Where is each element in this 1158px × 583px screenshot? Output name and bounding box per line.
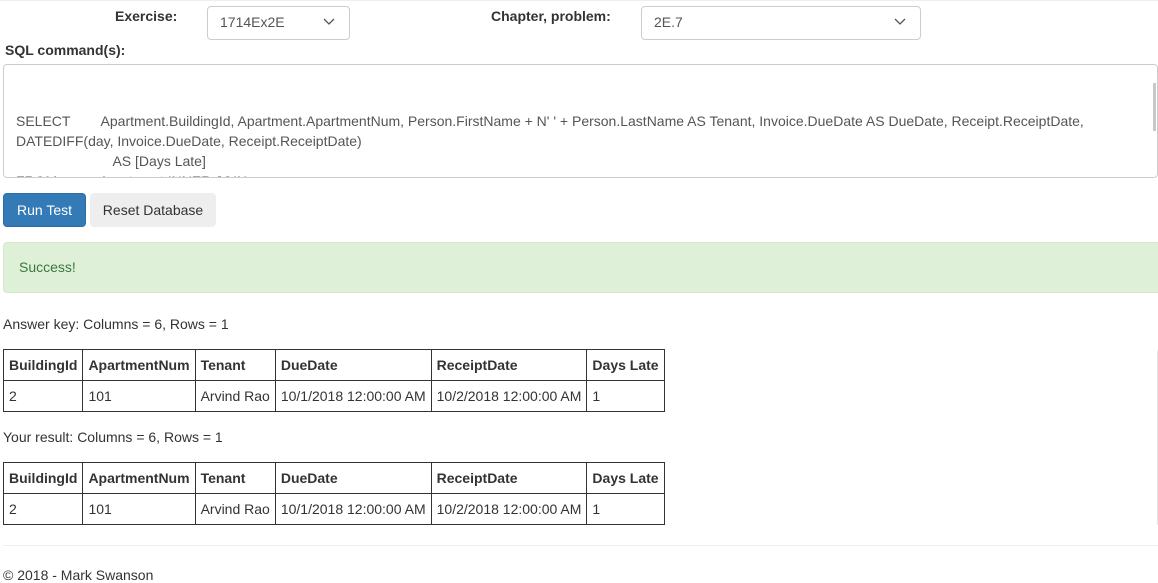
- column-header: ReceiptDate: [430, 462, 588, 494]
- table-cell: 1: [586, 493, 665, 525]
- column-header: DueDate: [274, 349, 432, 381]
- column-header: Days Late: [586, 349, 665, 381]
- answer-key-table: BuildingId ApartmentNum Tenant DueDate R…: [2, 349, 665, 412]
- column-header: Tenant: [194, 349, 276, 381]
- table-cell: 10/1/2018 12:00:00 AM: [274, 380, 432, 412]
- table-cell: 10/2/2018 12:00:00 AM: [430, 493, 588, 525]
- table-cell: 1: [586, 380, 665, 412]
- chevron-down-icon: [323, 18, 335, 25]
- answer-key-caption: Answer key: Columns = 6, Rows = 1: [3, 316, 229, 332]
- exercise-select[interactable]: 1714Ex2E: [207, 6, 350, 40]
- table-header-row: BuildingId ApartmentNum Tenant DueDate R…: [2, 349, 665, 381]
- your-result-caption: Your result: Columns = 6, Rows = 1: [3, 429, 223, 445]
- table-cell: 101: [82, 493, 196, 525]
- top-divider: [0, 0, 1158, 1]
- column-header: Days Late: [586, 462, 665, 494]
- table-cell: 101: [82, 380, 196, 412]
- table-cell: 10/2/2018 12:00:00 AM: [430, 380, 588, 412]
- column-header: Tenant: [194, 462, 276, 494]
- column-header: ApartmentNum: [82, 462, 196, 494]
- table-cell: 2: [2, 493, 84, 525]
- table-cell: 2: [2, 380, 84, 412]
- table-header-row: BuildingId ApartmentNum Tenant DueDate R…: [2, 462, 665, 494]
- chapter-label: Chapter, problem:: [491, 8, 611, 24]
- sql-textarea[interactable]: SELECT Apartment.BuildingId, Apartment.A…: [3, 64, 1158, 178]
- run-test-button[interactable]: Run Test: [3, 193, 86, 227]
- sql-scrollbar[interactable]: [1153, 83, 1156, 131]
- chapter-select-value: 2E.7: [654, 14, 683, 30]
- footer-copyright: © 2018 - Mark Swanson: [3, 567, 154, 583]
- table-cell: Arvind Rao: [194, 380, 276, 412]
- column-header: DueDate: [274, 462, 432, 494]
- table-cell: 10/1/2018 12:00:00 AM: [274, 493, 432, 525]
- success-alert: Success!: [3, 242, 1158, 293]
- column-header: BuildingId: [2, 462, 84, 494]
- exercise-select-value: 1714Ex2E: [220, 14, 285, 30]
- table-row: 2 101 Arvind Rao 10/1/2018 12:00:00 AM 1…: [2, 493, 665, 525]
- table-cell: Arvind Rao: [194, 493, 276, 525]
- your-result-table: BuildingId ApartmentNum Tenant DueDate R…: [2, 462, 665, 525]
- sql-label: SQL command(s):: [5, 42, 126, 58]
- success-message: Success!: [19, 259, 76, 275]
- column-header: ApartmentNum: [82, 349, 196, 381]
- chapter-select[interactable]: 2E.7: [641, 6, 921, 40]
- column-header: ReceiptDate: [430, 349, 588, 381]
- reset-database-button[interactable]: Reset Database: [90, 193, 216, 227]
- exercise-label: Exercise:: [115, 8, 178, 24]
- chevron-down-icon: [894, 18, 906, 25]
- sql-text: SELECT Apartment.BuildingId, Apartment.A…: [16, 113, 1084, 177]
- column-header: BuildingId: [2, 349, 84, 381]
- footer-divider: [3, 545, 1158, 546]
- table-row: 2 101 Arvind Rao 10/1/2018 12:00:00 AM 1…: [2, 380, 665, 412]
